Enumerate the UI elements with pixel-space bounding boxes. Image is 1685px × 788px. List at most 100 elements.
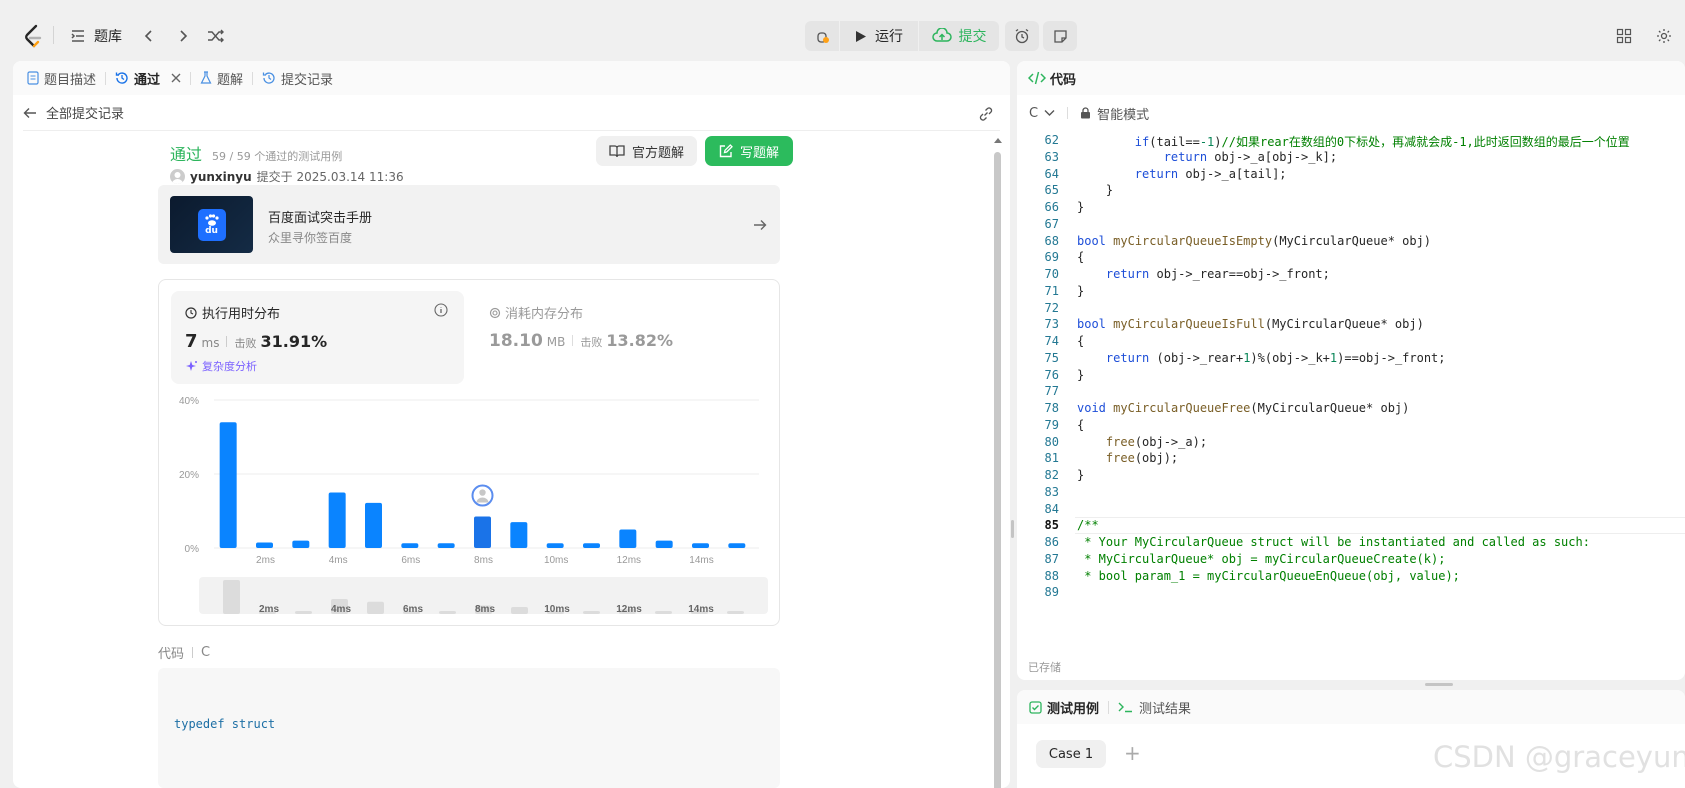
mini-x-tick-label: 14ms	[688, 604, 714, 614]
smart-mode-label[interactable]: 智能模式	[1097, 104, 1149, 123]
vertical-resize-handle[interactable]	[1011, 520, 1014, 538]
arrow-left-icon[interactable]	[23, 106, 37, 120]
submit-button[interactable]: 提交	[919, 21, 999, 51]
code-first-line: typedef struct	[174, 717, 276, 731]
line-number: 70	[1044, 267, 1059, 281]
all-submissions-link[interactable]: 全部提交记录	[46, 103, 124, 122]
submitted-code-block[interactable]: typedef struct	[158, 668, 780, 788]
tab-solutions[interactable]: 题解	[191, 61, 252, 95]
x-tick-label: 4ms	[329, 555, 348, 566]
info-icon[interactable]	[434, 303, 448, 317]
note-icon	[1053, 29, 1067, 43]
mini-x-tick-label: 2ms	[259, 604, 279, 614]
line-number: 66	[1044, 200, 1059, 214]
horizontal-resize-handle[interactable]	[1425, 683, 1453, 686]
line-number: 75	[1044, 350, 1059, 365]
list-icon	[71, 30, 84, 42]
run-submit-group: 运行 提交	[805, 21, 999, 51]
mini-x-tick-label: 12ms	[616, 604, 642, 614]
run-label: 运行	[875, 29, 903, 45]
line-number: 63	[1044, 149, 1059, 164]
random-problem-button[interactable]	[207, 22, 225, 50]
x-tick-label: 12ms	[617, 555, 641, 566]
bar-11ms	[583, 543, 600, 548]
language-select[interactable]: C	[1029, 106, 1038, 121]
code-editor[interactable]: 62 if(tail==-1)//如果rear在数组的0下标处，再减就会成-1,…	[1017, 131, 1685, 651]
code-line: * Your MyCircularQueue struct will be in…	[1077, 535, 1590, 549]
clock-icon	[185, 306, 197, 319]
add-case-button[interactable]: +	[1124, 740, 1141, 766]
avatar[interactable]	[170, 169, 185, 184]
code-line: return obj->_a[obj->_k];	[1163, 149, 1338, 164]
line-number: 82	[1044, 468, 1059, 482]
status-accepted: 通过	[170, 145, 203, 164]
bar-14ms	[692, 543, 709, 548]
scrollbar[interactable]	[993, 132, 1003, 788]
bar-15ms	[728, 543, 746, 548]
mini-bar	[367, 601, 384, 614]
ad-card[interactable]: du 百度面试突击手册 众里寻你签百度	[158, 185, 780, 264]
play-icon	[856, 30, 866, 42]
write-solution-button[interactable]: 写题解	[705, 136, 793, 166]
official-solution-button[interactable]: 官方题解	[596, 136, 697, 166]
timer-button[interactable]	[1005, 21, 1039, 51]
watermark: CSDN @graceyun	[1433, 740, 1685, 774]
write-solution-label: 写题解	[739, 145, 779, 161]
tab-accepted-label: 通过	[134, 72, 161, 88]
tab-test-result[interactable]: 测试结果	[1109, 690, 1200, 724]
close-icon[interactable]	[171, 73, 181, 83]
memory-beats: 13.82%	[606, 331, 674, 350]
next-problem-button[interactable]	[176, 22, 190, 50]
book-icon	[609, 145, 625, 158]
code-line: return obj->_a[tail];	[1134, 166, 1287, 181]
debug-button[interactable]	[805, 21, 839, 51]
code-line: }	[1077, 468, 1085, 482]
complexity-analysis-link[interactable]: 复杂度分析	[185, 358, 257, 374]
back-row: 全部提交记录	[23, 95, 1000, 131]
editor-toolbar: C 智能模式	[1029, 95, 1149, 131]
line-number: 85	[1044, 518, 1059, 533]
line-number: 87	[1044, 551, 1059, 566]
official-solution-label: 官方题解	[631, 145, 684, 161]
code-lang: C	[201, 645, 211, 660]
case-1-label: Case 1	[1048, 746, 1094, 762]
case-1-tab[interactable]: Case 1	[1036, 740, 1106, 768]
bar-2ms	[256, 542, 273, 548]
flask-icon	[200, 71, 212, 84]
settings-button[interactable]	[1656, 22, 1672, 50]
code-line: }	[1077, 183, 1114, 198]
chart-range-slider[interactable]: 2ms 4ms 6ms 8ms 10ms 12ms 14ms	[199, 577, 768, 614]
chevron-down-icon[interactable]	[1044, 109, 1055, 117]
runtime-distribution-chart: 40% 20% 0% 2ms 4ms 6ms 8ms 10ms 12ms 14ms	[179, 396, 759, 566]
note-button[interactable]	[1043, 21, 1077, 51]
code-line: {	[1077, 250, 1085, 265]
code-line: void myCircularQueueFree(MyCircularQueue…	[1077, 401, 1410, 415]
line-number: 83	[1044, 484, 1059, 499]
testcase-count: 59 / 59 个通过的测试用例	[212, 150, 343, 163]
tab-description[interactable]: 题目描述	[13, 61, 105, 95]
line-number: 80	[1044, 434, 1059, 449]
problem-bank-button[interactable]: 题库	[70, 22, 122, 50]
tab-testcase[interactable]: 测试用例	[1017, 690, 1108, 724]
mini-x-tick-label: 4ms	[331, 604, 351, 614]
mini-x-tick-label: 6ms	[403, 604, 423, 614]
code-line: {	[1077, 334, 1085, 348]
arrow-right-icon	[754, 220, 767, 230]
link-icon[interactable]	[978, 106, 994, 122]
line-number: 86	[1044, 535, 1059, 549]
code-line: free(obj->_a);	[1105, 434, 1208, 449]
run-button[interactable]: 运行	[840, 21, 918, 51]
line-number: 72	[1044, 300, 1059, 315]
tab-code[interactable]: 代码	[1017, 61, 1085, 95]
tab-submissions[interactable]: 提交记录	[253, 61, 342, 95]
leetcode-logo[interactable]	[22, 22, 44, 50]
runtime-beats: 31.91%	[260, 332, 328, 351]
memory-box[interactable]: 消耗内存分布 18.10 MB 击败 13.82%	[489, 291, 769, 384]
layout-button[interactable]	[1616, 22, 1632, 50]
code-line: free(obj);	[1105, 451, 1179, 466]
line-number: 71	[1044, 283, 1059, 298]
tab-accepted[interactable]: 通过	[106, 61, 190, 95]
prev-problem-button[interactable]	[142, 22, 156, 50]
username[interactable]: yunxinyu	[190, 170, 252, 184]
runtime-box[interactable]: 执行用时分布 7 ms 击败 31.91% 复杂度分析	[171, 291, 464, 384]
